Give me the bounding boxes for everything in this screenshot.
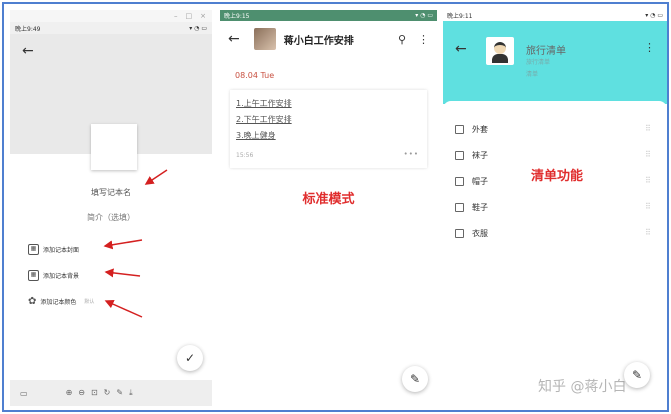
- checklist-type: 清单: [526, 71, 539, 78]
- checklist-header: ← 旅行清单 旅行清单 清单 ⋮: [443, 21, 667, 104]
- checkbox[interactable]: [455, 203, 464, 212]
- checkbox[interactable]: [455, 125, 464, 134]
- more-vertical-icon[interactable]: ⋮: [418, 33, 429, 46]
- note-line: 1.上午工作安排: [236, 99, 292, 108]
- watermark: 知乎 @蒋小白: [538, 379, 627, 395]
- app-bar: ← 蒋小白工作安排 ⚲ ⋮: [220, 21, 437, 57]
- pencil-icon: ✎: [631, 368, 643, 382]
- list-item[interactable]: 外套: [455, 124, 488, 135]
- drag-handle-icon[interactable]: ⠿: [645, 150, 651, 159]
- standard-mode-panel: 晚上9:15 ▾ ◔ ▭ ← 蒋小白工作安排 ⚲ ⋮ 08.04 Tue 1.上…: [220, 10, 437, 406]
- list-item[interactable]: 衣服: [455, 228, 488, 239]
- arrow-left-icon[interactable]: ←: [228, 31, 240, 47]
- notebook-thumbnail: [253, 28, 276, 50]
- checkbox[interactable]: [455, 229, 464, 238]
- status-icons: ▾ ◔ ▭: [415, 12, 433, 19]
- avatar-face: [494, 42, 506, 54]
- checkbox[interactable]: [455, 151, 464, 160]
- new-item-button[interactable]: ✎: [624, 362, 650, 388]
- note-time: 15:56: [236, 152, 254, 159]
- screenshot-frame: – □ × 晚上9:49 ▾ ◔ ▭ ← 填写记本名 简介（选填） ▦ 添加记本…: [2, 2, 669, 412]
- checklist-subtitle: 旅行清单: [526, 59, 551, 66]
- feature-caption: 清单功能: [531, 169, 584, 184]
- drag-handle-icon[interactable]: ⠿: [645, 228, 651, 237]
- pencil-icon: ✎: [409, 372, 421, 386]
- drag-handle-icon[interactable]: ⠿: [645, 176, 651, 185]
- note-line: 2.下午工作安排: [236, 115, 292, 124]
- status-time: 晚上9:11: [447, 13, 473, 20]
- checklist-panel: 晚上9:11 ▾ ◔ ▭ ← 旅行清单 旅行清单 清单 ⋮ 外套 ⠿ 袜子 ⠿ …: [443, 10, 667, 406]
- mode-caption: 标准模式: [302, 192, 355, 207]
- avatar: [486, 37, 514, 65]
- list-item-label: 袜子: [472, 151, 488, 160]
- status-bar: 晚上9:11 ▾ ◔ ▭: [443, 10, 667, 21]
- list-item[interactable]: 鞋子: [455, 202, 488, 213]
- status-icons: ▾ ◔ ▭: [645, 12, 663, 19]
- avatar-body: [492, 54, 508, 63]
- new-note-button[interactable]: ✎: [402, 366, 428, 392]
- notebook-title: 蒋小白工作安排: [283, 35, 354, 47]
- drag-handle-icon[interactable]: ⠿: [645, 124, 651, 133]
- list-item[interactable]: 袜子: [455, 150, 488, 161]
- drag-handle-icon[interactable]: ⠿: [645, 202, 651, 211]
- note-line: 3.晚上健身: [236, 131, 276, 140]
- list-item-label: 衣服: [472, 229, 488, 238]
- checklist-sheet: 外套 ⠿ 袜子 ⠿ 帽子 ⠿ 鞋子 ⠿ 衣服 ⠿: [443, 101, 667, 401]
- search-icon[interactable]: ⚲: [398, 33, 406, 46]
- checkbox[interactable]: [455, 177, 464, 186]
- list-item-label: 鞋子: [472, 203, 488, 212]
- arrow-left-icon[interactable]: ←: [455, 41, 467, 57]
- annotation-arrows: [103, 169, 168, 318]
- more-horizontal-icon[interactable]: •••: [404, 150, 419, 158]
- list-item-label: 外套: [472, 125, 488, 134]
- note-date: 08.04 Tue: [235, 71, 275, 80]
- checklist-title: 旅行清单: [526, 46, 566, 57]
- more-vertical-icon[interactable]: ⋮: [644, 41, 655, 54]
- list-item-label: 帽子: [472, 177, 488, 186]
- status-bar: 晚上9:15 ▾ ◔ ▭: [220, 10, 437, 21]
- list-item[interactable]: 帽子: [455, 176, 488, 187]
- status-time: 晚上9:15: [224, 13, 250, 20]
- note-card[interactable]: 1.上午工作安排 2.下午工作安排 3.晚上健身 15:56 •••: [230, 90, 427, 168]
- create-notebook-panel: – □ × 晚上9:49 ▾ ◔ ▭ ← 填写记本名 简介（选填） ▦ 添加记本…: [10, 10, 212, 406]
